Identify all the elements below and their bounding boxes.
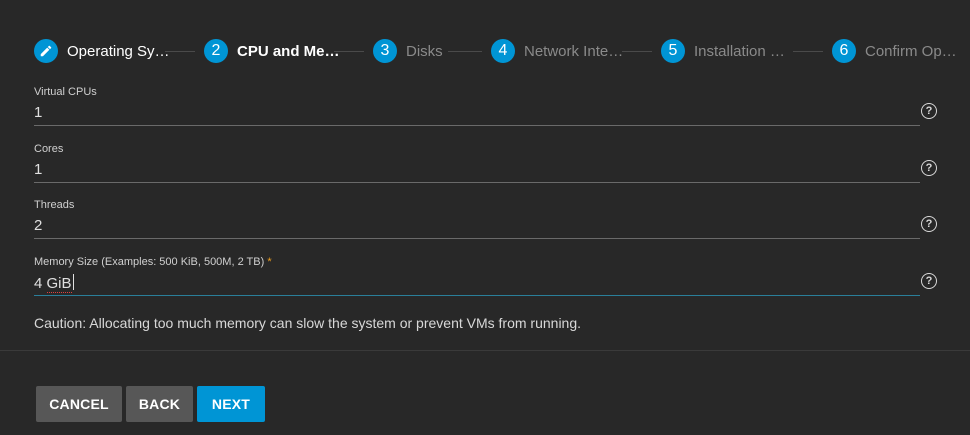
memory-size-input[interactable]: 4 GiB [34, 274, 920, 293]
threads-label: Threads [34, 199, 75, 211]
step-label: Installation … [694, 42, 785, 60]
step-number: 6 [832, 39, 856, 63]
help-icon[interactable]: ? [921, 273, 937, 289]
threads-input[interactable]: 2 [34, 217, 920, 235]
step-label: Confirm Op… [865, 42, 957, 60]
text-caret [72, 274, 74, 290]
field-underline [34, 182, 920, 183]
step-disks[interactable]: 3 Disks [373, 38, 443, 64]
step-label: Network Inte… [524, 42, 624, 60]
step-number: 5 [661, 39, 685, 63]
step-label: CPU and Me… [237, 42, 340, 60]
step-connector [448, 51, 482, 52]
cores-field[interactable]: Cores 1 [34, 142, 920, 184]
pencil-icon [34, 39, 58, 63]
memory-size-field[interactable]: Memory Size (Examples: 500 KiB, 500M, 2 … [34, 255, 920, 297]
step-connector [334, 51, 364, 52]
memory-caution-text: Caution: Allocating too much memory can … [34, 315, 582, 331]
next-button[interactable]: NEXT [197, 386, 265, 422]
cancel-button[interactable]: CANCEL [36, 386, 122, 422]
help-icon[interactable]: ? [921, 160, 937, 176]
step-label: Operating Sy… [67, 42, 170, 60]
step-operating-system[interactable]: Operating Sy… [34, 38, 170, 64]
step-network-interface[interactable]: 4 Network Inte… [491, 38, 623, 64]
help-icon[interactable]: ? [921, 103, 937, 119]
memory-size-label-text: Memory Size (Examples: 500 KiB, 500M, 2 … [34, 256, 265, 268]
step-connector [165, 51, 195, 52]
step-number: 3 [373, 39, 397, 63]
step-number: 4 [491, 39, 515, 63]
help-icon[interactable]: ? [921, 216, 937, 232]
step-connector [622, 51, 652, 52]
memory-value-unit: GiB [46, 275, 72, 293]
vcpus-input[interactable]: 1 [34, 104, 920, 122]
step-number: 2 [204, 39, 228, 63]
step-connector [793, 51, 823, 52]
field-underline [34, 125, 920, 126]
back-button[interactable]: BACK [126, 386, 193, 422]
vcpus-field[interactable]: Virtual CPUs 1 [34, 85, 920, 127]
field-underline [34, 238, 920, 239]
required-marker: * [267, 256, 272, 268]
step-confirm-options[interactable]: 6 Confirm Op… [832, 38, 957, 64]
step-label: Disks [406, 42, 443, 60]
memory-size-label: Memory Size (Examples: 500 KiB, 500M, 2 … [34, 255, 920, 269]
field-underline-focused [34, 295, 920, 296]
cores-label: Cores [34, 143, 64, 155]
vcpus-label: Virtual CPUs [34, 86, 97, 98]
memory-value-number: 4 [34, 275, 43, 292]
threads-field[interactable]: Threads 2 [34, 198, 920, 240]
cores-input[interactable]: 1 [34, 161, 920, 179]
step-installation-media[interactable]: 5 Installation … [661, 38, 785, 64]
step-cpu-memory[interactable]: 2 CPU and Me… [204, 38, 340, 64]
divider [0, 350, 970, 351]
